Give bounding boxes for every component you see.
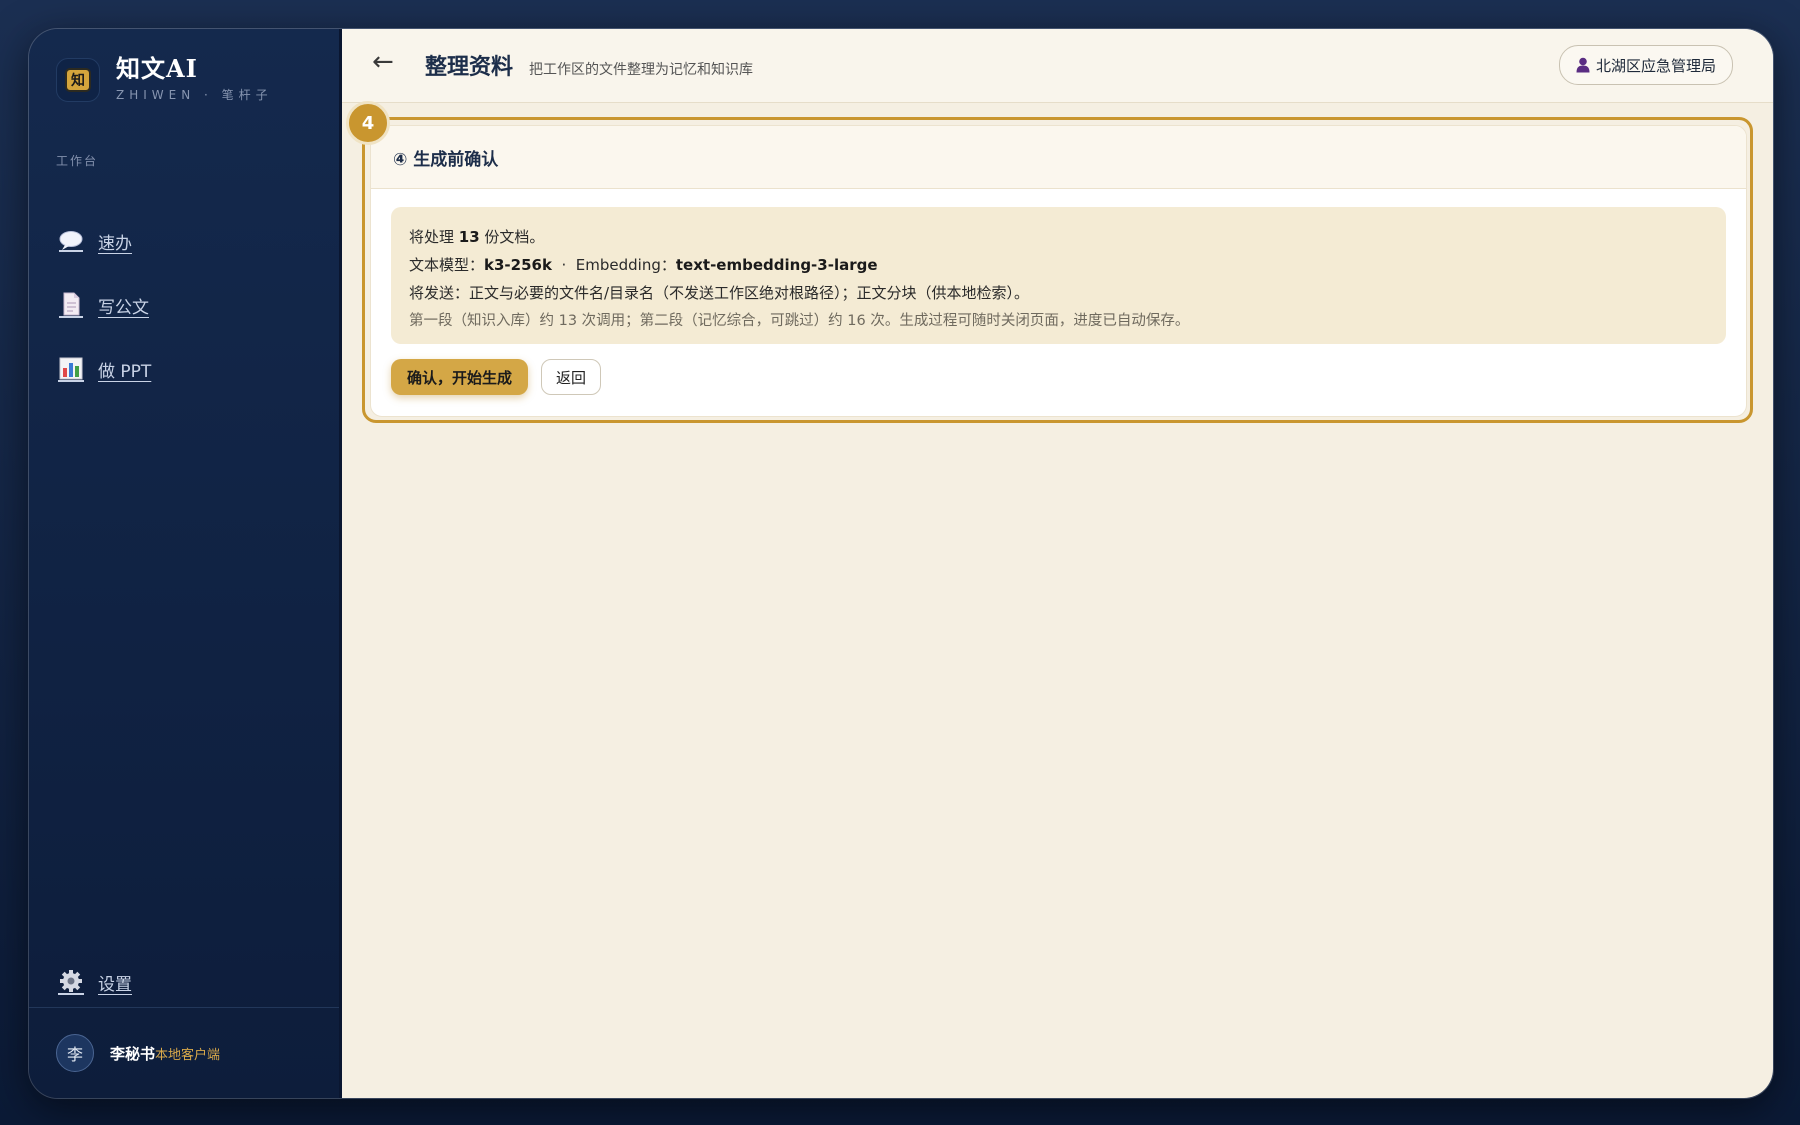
sidebar-item-subian[interactable]: 速办: [56, 226, 132, 256]
embedding-model-value: text-embedding-3-large: [675, 256, 878, 274]
sidebar-item-label: 速办: [98, 233, 132, 254]
topbar: ← 整理资料 把工作区的文件整理为记忆和知识库 北湖区应急管理局: [342, 29, 1773, 103]
sidebar-section-label: 工作台: [56, 154, 99, 168]
org-name: 北湖区应急管理局: [1595, 56, 1716, 75]
confirm-generate-button[interactable]: 确认，开始生成: [391, 359, 529, 395]
gear-icon: [56, 967, 86, 997]
bar-chart-icon: [56, 354, 86, 384]
sidebar-item-make-ppt[interactable]: 做 PPT: [56, 354, 151, 384]
logo-icon: 知: [65, 67, 91, 92]
sidebar: 知 知文AI ZHIWEN · 笔杆子 工作台 速办 写公文 做 PPT 设置 …: [29, 29, 342, 1098]
send-scope-line: 将发送：正文与必要的文件名/目录名（不发送工作区绝对根路径）；正文分块（供本地检…: [409, 284, 1030, 302]
brand-logo: 知: [56, 57, 100, 102]
app-window: 知 知文AI ZHIWEN · 笔杆子 工作台 速办 写公文 做 PPT 设置 …: [28, 28, 1774, 1099]
person-icon: [1576, 57, 1590, 73]
text-model-value: k3-256k: [484, 256, 552, 274]
model-line: 文本模型：k3-256k · Embedding：text-embedding-…: [409, 256, 878, 274]
step-number-badge: 4: [346, 101, 390, 145]
sidebar-item-write-doc[interactable]: 写公文: [56, 290, 149, 320]
confirm-card: ④ 生成前确认 将处理 13 份文档。 文本模型：k3-256k · Embed…: [370, 125, 1747, 417]
card-actions: 确认，开始生成 返回: [391, 359, 1746, 395]
sidebar-item-label: 做 PPT: [98, 361, 152, 382]
sidebar-item-label: 设置: [98, 974, 132, 995]
brand-subtitle: ZHIWEN · 笔杆子: [116, 88, 273, 102]
back-arrow-icon[interactable]: ←: [372, 47, 394, 77]
brand: 知 知文AI ZHIWEN · 笔杆子: [56, 56, 273, 103]
org-selector[interactable]: 北湖区应急管理局: [1558, 45, 1733, 85]
speech-bubble-icon: [56, 226, 86, 256]
avatar: 李: [56, 1034, 94, 1072]
doc-count-line: 将处理 13 份文档。: [409, 228, 545, 246]
document-icon: [56, 290, 86, 320]
user-name: 李秘书: [110, 1044, 156, 1063]
sidebar-item-label: 写公文: [98, 297, 149, 318]
page-subtitle: 把工作区的文件整理为记忆和知识库: [529, 62, 753, 78]
summary-box: 将处理 13 份文档。 文本模型：k3-256k · Embedding：tex…: [391, 207, 1726, 344]
doc-count: 13: [458, 228, 480, 246]
user-client-tag: 本地客户端: [155, 1047, 221, 1063]
card-title: ④ 生成前确认: [371, 126, 1746, 189]
page-title: 整理资料: [425, 54, 514, 80]
brand-name: 知文AI: [116, 54, 198, 83]
main-content: ← 整理资料 把工作区的文件整理为记忆和知识库 北湖区应急管理局 ④ 生成前确认…: [342, 29, 1773, 1098]
call-estimate-line: 第一段（知识入库）约 13 次调用；第二段（记忆综合，可跳过）约 16 次。生成…: [409, 313, 1190, 329]
back-button[interactable]: 返回: [541, 359, 602, 395]
user-panel[interactable]: 李 李秘书 本地客户端: [29, 1007, 339, 1098]
sidebar-item-settings[interactable]: 设置: [56, 967, 132, 997]
